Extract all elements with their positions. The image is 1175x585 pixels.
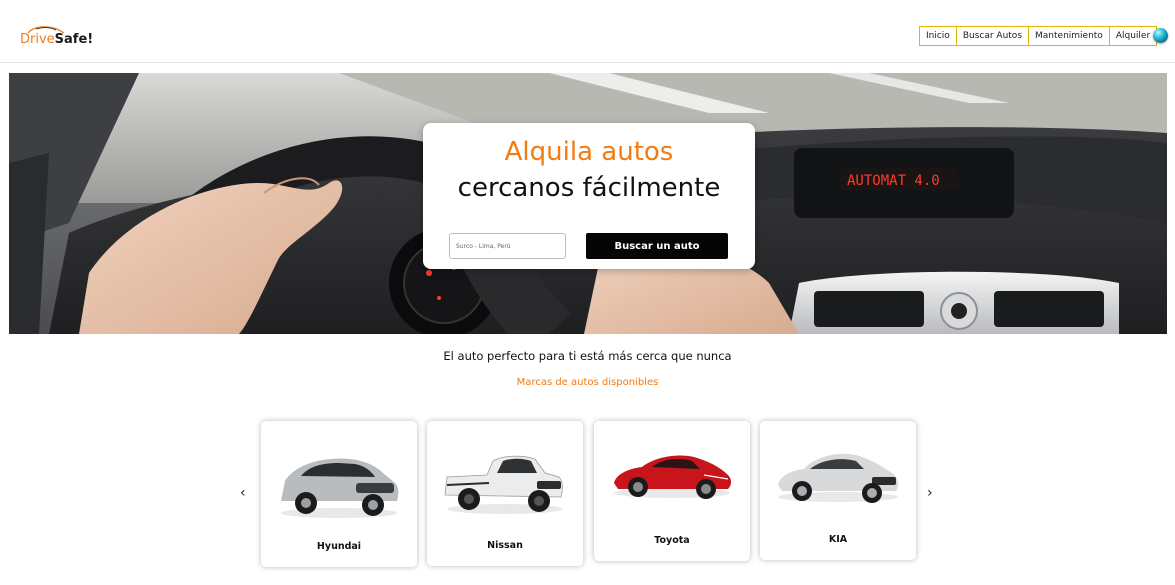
hero-title-line2: cercanos fácilmente (457, 173, 721, 203)
nav-buscar-autos[interactable]: Buscar Autos (955, 26, 1030, 46)
hero-title-line1: Alquila autos (504, 137, 674, 167)
nav-inicio[interactable]: Inicio (919, 26, 957, 46)
brand-card-nissan[interactable]: Nissan (427, 421, 583, 566)
brand-name: KIA (828, 534, 848, 545)
brand-name: Toyota (654, 535, 690, 546)
brands-heading: Marcas de autos disponibles (516, 377, 659, 388)
hyundai-car-image (281, 458, 399, 518)
hero-search-card: Alquila autos cercanos fácilmente Buscar… (423, 123, 755, 269)
brand-card-hyundai[interactable]: Hyundai (261, 421, 417, 567)
main-nav: Inicio Buscar Autos Mantenimiento Alquil… (919, 26, 1158, 46)
brand-card-toyota[interactable]: Toyota (594, 421, 750, 561)
search-car-button[interactable]: Buscar un auto (586, 233, 728, 259)
globe-icon[interactable] (1153, 28, 1168, 43)
location-search-input[interactable] (449, 233, 566, 259)
kia-car-image (778, 453, 899, 503)
nav-alquiler[interactable]: Alquiler (1108, 26, 1158, 46)
nav-mantenimiento[interactable]: Mantenimiento (1028, 26, 1110, 46)
brand-name: Nissan (487, 540, 523, 551)
chevron-right-icon[interactable]: › (927, 485, 933, 501)
nissan-car-image (444, 455, 563, 514)
section-tagline: El auto perfecto para ti está más cerca … (443, 349, 732, 363)
brand-card-kia[interactable]: KIA (760, 421, 916, 560)
top-navbar: DriveSafe! Inicio Buscar Autos Mantenimi… (0, 0, 1175, 63)
toyota-car-image (614, 455, 731, 499)
brand-name: Hyundai (316, 541, 362, 552)
logo-text: DriveSafe! (20, 32, 94, 47)
chevron-left-icon[interactable]: ‹ (240, 485, 246, 501)
svg-text:AUTOMAT 4.0: AUTOMAT 4.0 (847, 173, 940, 189)
